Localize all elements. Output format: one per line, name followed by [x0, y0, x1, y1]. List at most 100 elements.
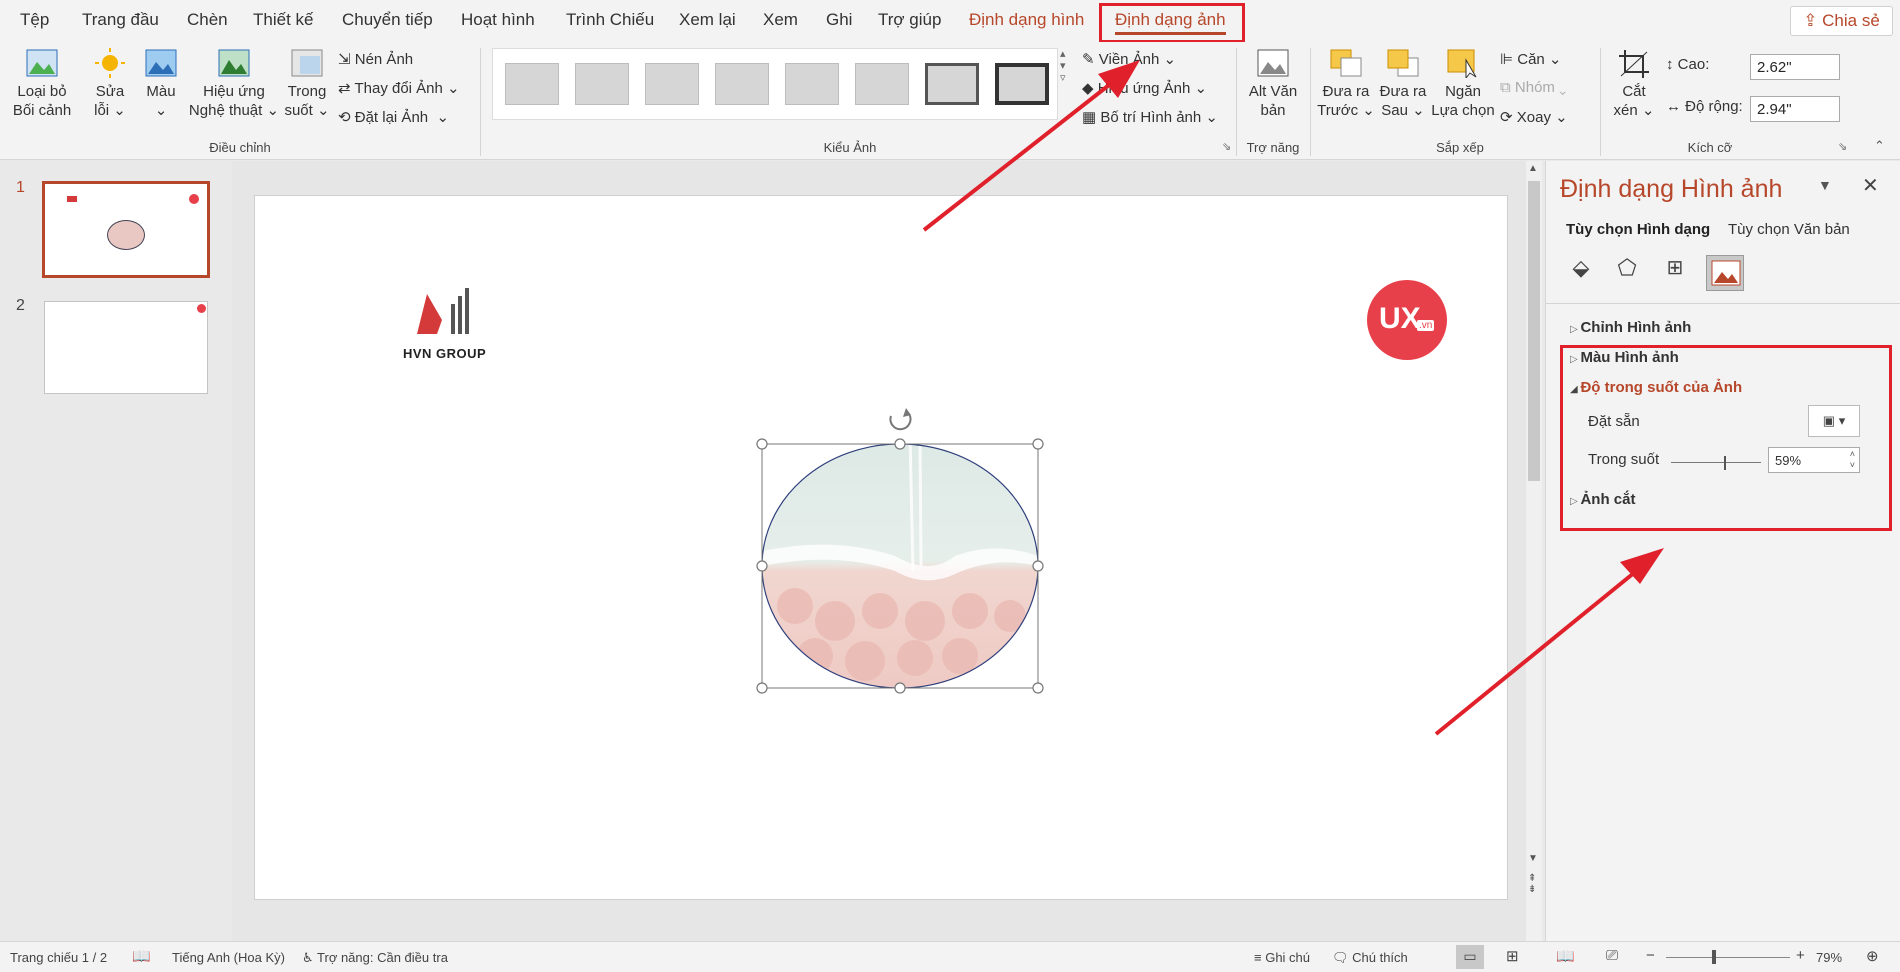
color-label: Màu [146, 83, 176, 100]
color-button[interactable]: Màu ⌄ [138, 48, 184, 136]
picture-icon [1711, 260, 1741, 286]
align-button[interactable]: ⊫ Căn ⌄ [1500, 50, 1562, 68]
tab-design[interactable]: Thiết kế [253, 10, 313, 30]
scroll-down-icon[interactable]: ▼ [1528, 853, 1538, 864]
tab-home[interactable]: Trang đầu [82, 10, 159, 30]
language-status[interactable]: Tiếng Anh (Hoa Kỳ) [172, 950, 285, 965]
tab-transitions[interactable]: Chuyển tiếp [342, 10, 433, 30]
height-label: ↕ Cao: [1666, 56, 1710, 73]
comments-button[interactable]: 🗨︎ Chú thích [1332, 950, 1408, 966]
zoom-level[interactable]: 79% [1816, 950, 1842, 965]
accessibility-status[interactable]: ♿︎ Trợ năng: Cần điều tra [302, 950, 448, 966]
tab-help[interactable]: Trợ giúp [878, 10, 941, 30]
height-field[interactable]: 2.62" [1750, 54, 1840, 80]
tab-view[interactable]: Xem [763, 10, 798, 30]
selpane-label-1: Ngăn [1445, 83, 1481, 100]
picture-style-3[interactable] [645, 63, 699, 105]
crop-button[interactable]: Cắt xén ⌄ [1608, 48, 1660, 136]
collapse-ribbon-icon[interactable]: ⌃ [1874, 138, 1885, 154]
slide-canvas[interactable]: HVN GROUP UX .vn [254, 195, 1508, 900]
separator [1546, 303, 1900, 304]
scroll-up-icon[interactable]: ▲ [1528, 163, 1538, 174]
slide-sorter-icon[interactable]: ⊞ [1506, 947, 1519, 965]
section-picture-corrections[interactable]: ▷ Chỉnh Hình ảnh [1570, 319, 1691, 336]
zoom-out-icon[interactable]: − [1646, 947, 1655, 964]
group-icon: ⧉ [1500, 79, 1515, 96]
picture-layout-button[interactable]: ▦ Bố trí Hình ảnh ⌄ [1082, 108, 1218, 126]
tab-text-options[interactable]: Tùy chọn Văn bản [1728, 221, 1850, 238]
separator [1600, 48, 1601, 156]
share-button[interactable]: ⇪ Chia sẻ [1790, 6, 1893, 36]
sun-icon [95, 48, 125, 78]
picture-style-7[interactable] [925, 63, 979, 105]
tab-animations[interactable]: Hoạt hình [461, 10, 535, 30]
slideshow-icon[interactable]: ⎚ [1606, 947, 1618, 964]
send-backward-button[interactable]: Đưa ra Sau ⌄ [1376, 48, 1430, 136]
compress-pictures-button[interactable]: ⇲ Nén Ảnh [338, 50, 413, 68]
align-label: Căn [1517, 51, 1545, 68]
artistic-effects-button[interactable]: Hiệu ứng Nghệ thuật ⌄ [186, 48, 282, 136]
fill-line-icon[interactable]: ⬙ [1566, 255, 1596, 285]
picture-style-8[interactable] [995, 63, 1049, 105]
pen-icon: ✎ [1082, 51, 1099, 68]
width-field[interactable]: 2.94" [1750, 96, 1840, 122]
close-icon[interactable]: ✕ [1862, 173, 1879, 198]
spellcheck-icon[interactable]: 📖 [132, 947, 151, 965]
tab-shape-options[interactable]: Tùy chọn Hình dạng [1566, 221, 1710, 238]
size-dialog-launcher-icon[interactable]: ⇘ [1838, 140, 1847, 153]
tab-insert[interactable]: Chèn [187, 10, 228, 30]
fit-to-window-icon[interactable]: ⊕ [1866, 947, 1879, 965]
selection-pane-button[interactable]: Ngăn Lựa chọn [1430, 48, 1496, 136]
change-picture-button[interactable]: ⇄ Thay đổi Ảnh ⌄ [338, 79, 460, 97]
pentagon-effects-icon[interactable]: ⬠ [1612, 255, 1642, 285]
change-picture-icon: ⇄ [338, 80, 355, 97]
tab-slideshow[interactable]: Trình Chiếu [566, 10, 654, 30]
corrections-button[interactable]: Sửa lỗi ⌄ [84, 48, 136, 136]
accessibility-icon: ♿︎ [302, 950, 318, 965]
prev-next-slide-icon[interactable]: ⇞ ⇟ [1528, 873, 1536, 895]
rotate-handle-icon [889, 408, 912, 431]
transparency-button[interactable]: Trong suốt ⌄ [282, 48, 332, 136]
dialog-launcher-icon[interactable]: ⇘ [1222, 140, 1231, 153]
picture-style-6[interactable] [855, 63, 909, 105]
remove-background-button[interactable]: Loại bỏ Bối cảnh [6, 48, 78, 136]
rotate-button[interactable]: ⟳ Xoay ⌄ [1500, 108, 1568, 126]
normal-view-icon[interactable]: ▭ [1456, 945, 1484, 969]
thumb-number-1: 1 [16, 179, 25, 196]
picture-style-5[interactable] [785, 63, 839, 105]
zoom-slider-thumb[interactable] [1712, 950, 1716, 964]
separator [1310, 48, 1311, 156]
selected-picture[interactable] [755, 406, 1045, 696]
vertical-scrollbar[interactable]: ▲ ▼ ⇞ ⇟ [1526, 161, 1542, 941]
zoom-in-icon[interactable]: + [1796, 947, 1805, 964]
notes-icon: ≡ [1254, 950, 1266, 965]
zoom-slider[interactable] [1666, 957, 1790, 958]
tab-review[interactable]: Xem lại [679, 10, 736, 30]
picture-style-1[interactable] [505, 63, 559, 105]
tab-record[interactable]: Ghi [826, 10, 852, 30]
tab-shape-format[interactable]: Định dạng hình [969, 10, 1084, 30]
picture-style-4[interactable] [715, 63, 769, 105]
transparency-icon [291, 49, 323, 77]
gallery-scroll[interactable]: ▴ ▾ ▿ [1060, 48, 1066, 84]
group-button[interactable]: ⧉ Nhóm ⌄ [1500, 79, 1566, 96]
alt-text-icon [1257, 49, 1289, 77]
slide-thumbnail-2[interactable] [44, 301, 208, 394]
picture-border-button[interactable]: ✎ Viền Ảnh ⌄ [1082, 50, 1176, 68]
hvn-logo-text: HVN GROUP [403, 346, 487, 361]
slide-thumbnail-pane: 1 2 [0, 161, 232, 941]
picture-effects-button[interactable]: ◆ Hiệu ứng Ảnh ⌄ [1082, 79, 1207, 97]
bring-forward-button[interactable]: Đưa ra Trước ⌄ [1316, 48, 1376, 136]
alt-label-1: Alt Văn [1248, 83, 1298, 100]
picture-style-2[interactable] [575, 63, 629, 105]
slide-thumbnail-1[interactable] [42, 181, 210, 278]
notes-button[interactable]: ≡ Ghi chú [1254, 950, 1310, 965]
pane-options-chevron-icon[interactable]: ▼ [1818, 177, 1832, 193]
size-properties-icon[interactable]: ⊞ [1660, 255, 1690, 285]
reading-view-icon[interactable]: 📖 [1556, 947, 1575, 965]
picture-tab-icon[interactable] [1706, 255, 1744, 291]
alt-text-button[interactable]: Alt Văn bản [1244, 48, 1302, 136]
reset-picture-button[interactable]: ⟲ Đặt lại Ảnh ⌄ [338, 108, 449, 126]
scroll-thumb[interactable] [1528, 181, 1540, 481]
tab-file[interactable]: Tệp [20, 10, 49, 30]
